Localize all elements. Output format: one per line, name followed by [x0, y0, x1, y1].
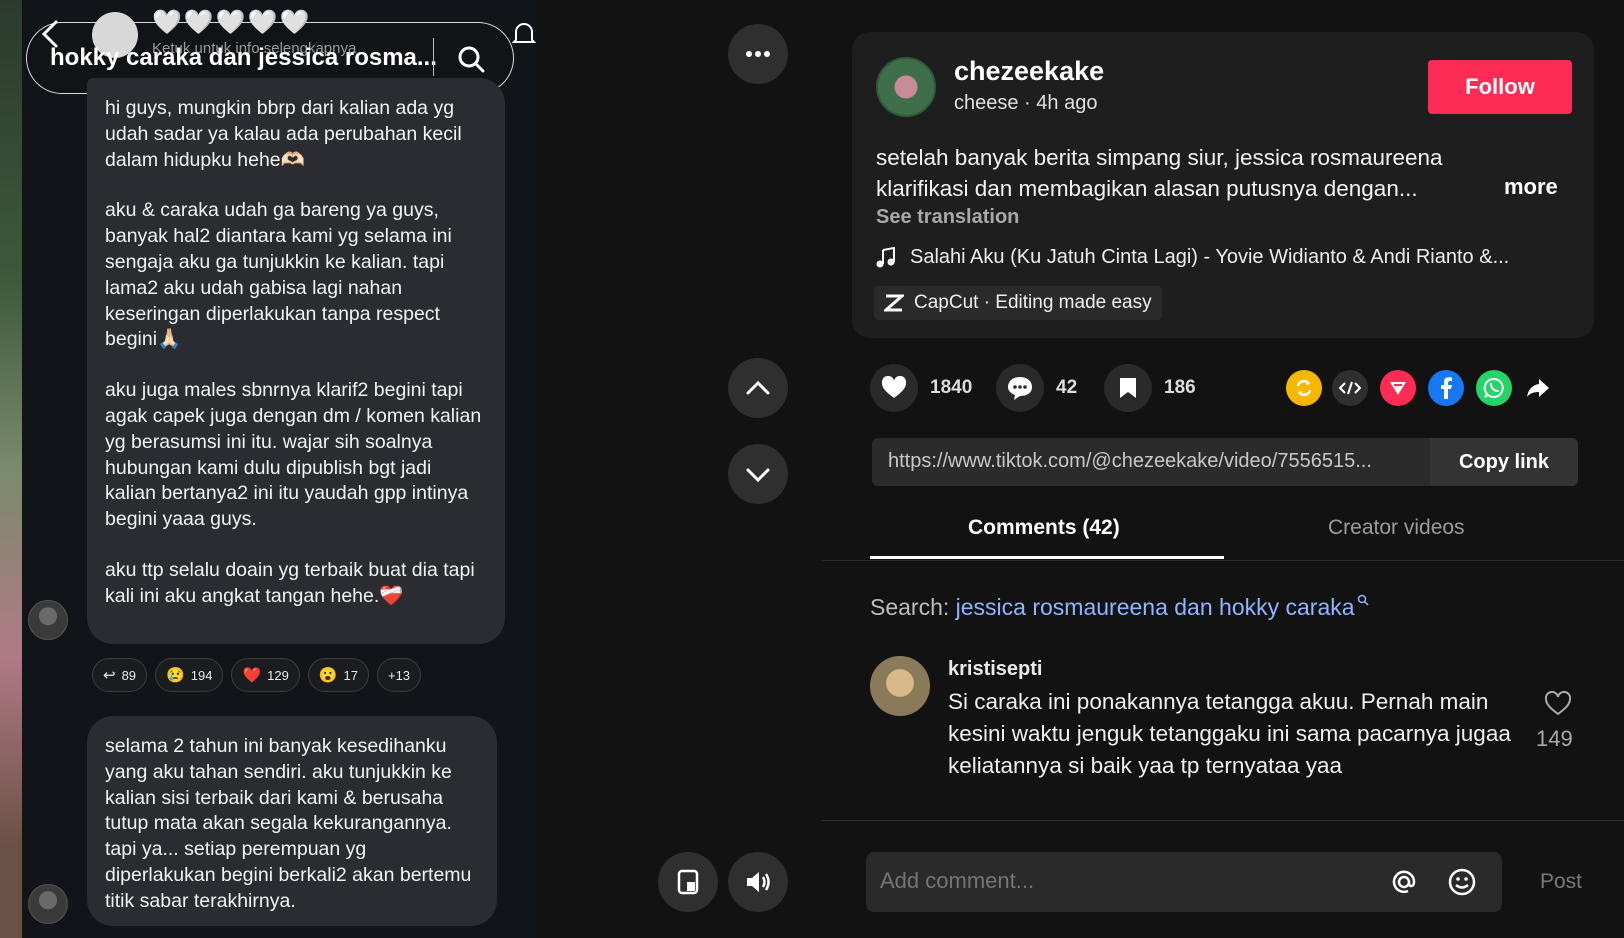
facebook-icon [1441, 377, 1452, 399]
comment-count: 42 [1056, 377, 1078, 398]
chat-bubble: selama 2 tahun ini banyak kesedihanku ya… [87, 716, 497, 926]
chevron-down-icon [746, 468, 770, 483]
repost-button[interactable] [1286, 370, 1322, 406]
send-to-friends-button[interactable] [1380, 370, 1416, 406]
comment-text: Si caraka ini ponakannya tetangga akuu. … [948, 689, 1511, 778]
like-button[interactable] [870, 364, 918, 412]
music-title[interactable]: Salahi Aku (Ku Jatuh Cinta Lagi) - Yovie… [910, 246, 1509, 269]
post-comment-button[interactable]: Post [1540, 870, 1582, 894]
reaction-sad: 😢 194 [155, 658, 224, 692]
embed-button[interactable] [1332, 370, 1368, 406]
reaction-count: +13 [387, 667, 411, 683]
commenter-username[interactable]: kristisepti [948, 658, 1042, 681]
chat-paragraph: aku & caraka udah ga bareng ya guys, ban… [105, 199, 452, 351]
tabs-divider [822, 560, 1624, 561]
author-name[interactable]: chezeekake [954, 56, 1104, 87]
music-note-icon [876, 246, 895, 267]
like-stat[interactable]: 1840 [870, 364, 972, 412]
follow-button[interactable]: Follow [1428, 60, 1572, 114]
speaker-icon [747, 872, 770, 892]
tab-comments[interactable]: Comments (42) [968, 516, 1120, 540]
tiktok-page: 🤍🤍🤍🤍🤍 Ketuk untuk info selengkapnya hokk… [0, 0, 1624, 938]
more-dots-icon [746, 51, 770, 57]
mini-player-icon [677, 869, 699, 895]
comment-like-count: 149 [1536, 726, 1573, 751]
chat-paragraph: aku juga males sbnrnya klarif2 begini ta… [105, 379, 482, 531]
capcut-label[interactable]: CapCut · Editing made easy [914, 292, 1152, 314]
more-share-button[interactable] [1520, 370, 1556, 406]
chat-paragraph: aku ttp selalu doain yg terbaik buat dia… [105, 558, 475, 607]
chat-paragraph: hi guys, mungkin bbrp dari kalian ada yg… [105, 97, 462, 171]
comment-button[interactable] [996, 364, 1044, 412]
comment-bubble-icon [1008, 377, 1032, 400]
author-avatar[interactable] [876, 57, 936, 117]
emoji-icon[interactable] [1446, 866, 1478, 898]
chat-avatar [28, 884, 68, 924]
comment-divider [822, 820, 1624, 821]
bell-icon [512, 23, 536, 43]
facebook-share-button[interactable] [1428, 370, 1464, 406]
bookmark-stat[interactable]: 186 [1104, 364, 1196, 412]
search-small-icon [1357, 594, 1369, 606]
bookmark-button[interactable] [1104, 364, 1152, 412]
bookmark-icon [1120, 378, 1136, 398]
active-tab-indicator [870, 556, 1224, 559]
search-icon[interactable] [456, 44, 486, 74]
commenter-avatar[interactable] [870, 656, 930, 716]
sad-emoji-icon: 😢 [166, 667, 185, 684]
reaction-count: 17 [343, 667, 358, 683]
whatsapp-icon [1483, 377, 1504, 398]
chevron-up-icon [746, 380, 770, 395]
related-search-term[interactable]: jessica rosmaureena dan hokky caraka [956, 594, 1355, 620]
tab-creator-videos[interactable]: Creator videos [1328, 516, 1465, 540]
capcut-chip[interactable]: CapCut · Editing made easy [874, 286, 1162, 320]
share-arrow-icon [1527, 379, 1549, 397]
mention-icon[interactable] [1388, 866, 1420, 898]
chat-avatar [28, 600, 68, 640]
capcut-icon [884, 294, 904, 312]
whatsapp-share-button[interactable] [1476, 370, 1512, 406]
search-divider [433, 38, 434, 76]
volume-button[interactable] [728, 852, 788, 912]
repost-icon [1296, 379, 1312, 397]
video-link-url[interactable]: https://www.tiktok.com/@chezeekake/video… [888, 450, 1372, 473]
video-player[interactable]: 🤍🤍🤍🤍🤍 Ketuk untuk info selengkapnya hokk… [0, 0, 536, 938]
reaction-count: 129 [267, 667, 289, 683]
reaction-heart: ❤️ 129 [231, 658, 300, 692]
hearts-row: 🤍🤍🤍🤍🤍 [152, 9, 312, 36]
more-options-button[interactable] [728, 24, 788, 84]
comment-stat[interactable]: 42 [996, 364, 1077, 412]
chat-paragraph: selama 2 tahun ini banyak kesedihanku ya… [105, 735, 472, 912]
heart-icon [881, 376, 907, 398]
like-count: 1840 [930, 377, 973, 398]
music-row[interactable]: Salahi Aku (Ku Jatuh Cinta Lagi) - Yovie… [876, 246, 1509, 269]
reply-icon: ↩ [103, 667, 116, 684]
heart-emoji-icon: ❤️ [242, 667, 262, 684]
next-video-button[interactable] [728, 444, 788, 504]
chat-bubble: hi guys, mungkin bbrp dari kalian ada yg… [87, 78, 505, 644]
copy-link-button[interactable]: Copy link [1430, 438, 1578, 486]
bookmark-count: 186 [1164, 377, 1196, 398]
floating-player-button[interactable] [658, 852, 718, 912]
add-comment-input[interactable] [880, 868, 1360, 894]
post-caption: setelah banyak berita simpang siur, jess… [876, 145, 1443, 201]
reaction-more: +13 [376, 658, 422, 692]
related-search-label: Search: [870, 594, 950, 620]
reaction-count: 194 [190, 667, 213, 683]
embed-code-icon [1339, 381, 1361, 395]
paper-plane-icon [1390, 382, 1406, 395]
author-nickname-time: cheese · 4h ago [954, 92, 1098, 114]
related-search[interactable]: Search: jessica rosmaureena dan hokky ca… [870, 594, 1369, 621]
video-background-edge [0, 0, 22, 938]
reaction-wow: 😮 17 [307, 658, 369, 692]
reaction-count: 89 [121, 667, 137, 683]
reaction-reply: ↩ 89 [92, 658, 148, 692]
comment-heart-icon[interactable] [1544, 690, 1572, 718]
previous-video-button[interactable] [728, 358, 788, 418]
caption-more-button[interactable]: more [1504, 174, 1558, 200]
reactions-row: ↩ 89 😢 194 ❤️ 129 😮 17 +13 [92, 658, 422, 692]
see-translation-link[interactable]: See translation [876, 206, 1019, 229]
video-search-query[interactable]: hokky caraka dan jessica rosma... [50, 44, 437, 72]
wow-emoji-icon: 😮 [318, 667, 338, 684]
